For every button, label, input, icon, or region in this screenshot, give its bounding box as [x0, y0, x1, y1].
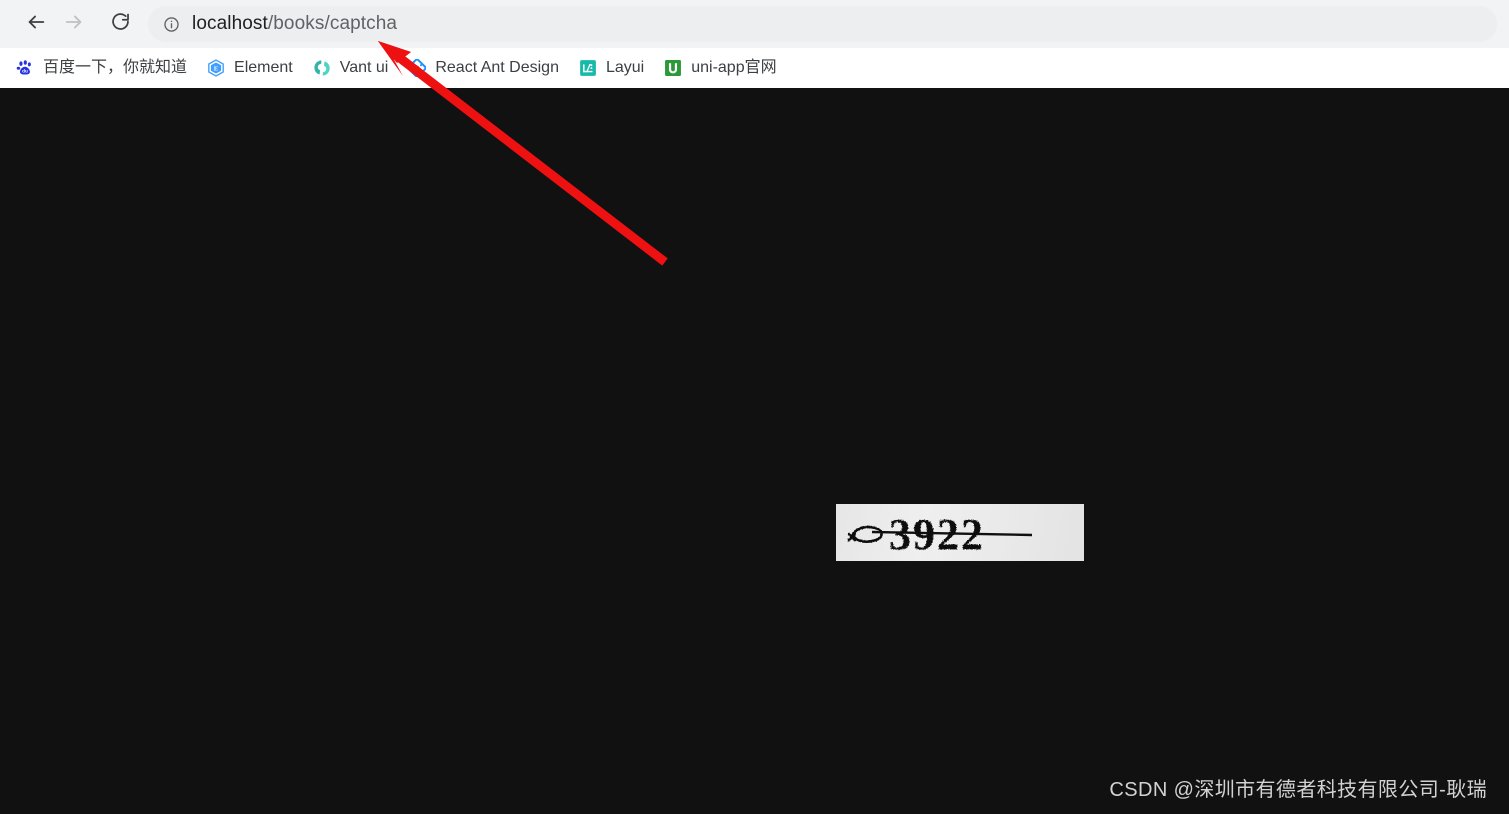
bookmark-vant-ui[interactable]: Vant ui [311, 54, 397, 82]
url-path: /books/captcha [267, 13, 398, 34]
bookmark-label: Layui [605, 59, 645, 76]
bookmark-react-ant-design[interactable]: React Ant Design [406, 54, 567, 82]
address-bar-url: localhost/books/captcha [192, 13, 397, 35]
svg-text:du: du [22, 69, 28, 74]
arrow-right-icon [63, 11, 85, 38]
reload-icon [110, 11, 131, 37]
uniapp-icon [664, 59, 682, 77]
bookmark-baidu[interactable]: du 百度一下，你就知道 [14, 54, 195, 82]
layui-icon [579, 59, 597, 77]
bookmarks-bar: du 百度一下，你就知道 E Element Vant ui React Ant… [0, 48, 1509, 88]
csdn-watermark: CSDN @深圳市有德者科技有限公司-耿瑞 [1109, 779, 1487, 801]
arrow-left-icon [25, 11, 47, 38]
reload-button[interactable] [102, 6, 138, 42]
captcha-glyphs: 3922 [847, 510, 1033, 559]
baidu-paw-icon: du [16, 59, 34, 77]
bookmark-label: Element [234, 59, 293, 76]
back-button[interactable] [18, 6, 54, 42]
browser-window: localhost/books/captcha du 百度一下，你就知道 E E… [0, 0, 1509, 814]
bookmark-label: uni-app官网 [691, 59, 777, 76]
bookmark-element[interactable]: E Element [205, 54, 301, 82]
bookmark-label: Vant ui [339, 59, 389, 76]
ant-design-diamond-icon [408, 59, 427, 77]
info-circle-icon[interactable] [162, 15, 180, 33]
url-host: localhost [192, 13, 268, 34]
bookmark-label: 百度一下，你就知道 [43, 59, 188, 76]
svg-text:E: E [214, 66, 219, 73]
bookmark-layui[interactable]: Layui [577, 54, 652, 82]
browser-toolbar: localhost/books/captcha [0, 0, 1509, 48]
vant-icon [313, 59, 331, 77]
captcha-image[interactable]: 3922 [836, 504, 1084, 561]
element-hexagon-icon: E [207, 59, 225, 77]
bookmark-label: React Ant Design [435, 59, 559, 76]
captcha-text: 3922 [889, 510, 985, 559]
address-bar[interactable]: localhost/books/captcha [148, 6, 1497, 42]
bookmark-uni-app[interactable]: uni-app官网 [662, 54, 784, 82]
page-content: 3922 CSDN @深圳市有德者科技有限公司-耿瑞 [0, 88, 1509, 814]
forward-button[interactable] [56, 6, 92, 42]
